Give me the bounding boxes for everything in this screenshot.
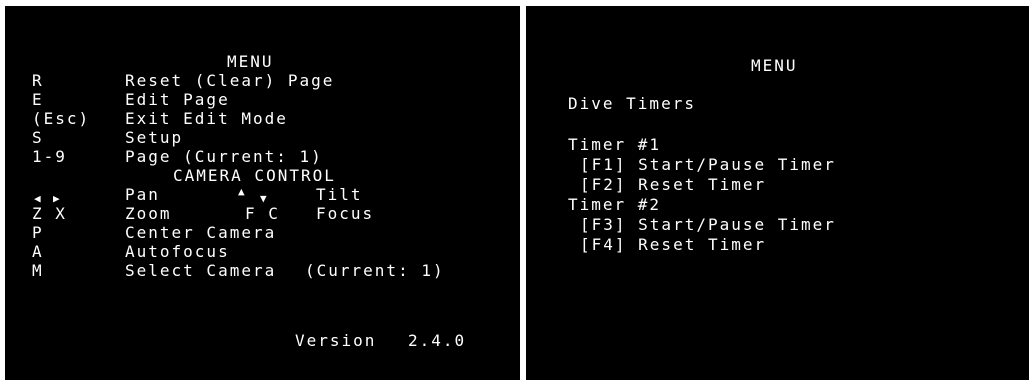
pan-label: Pan	[125, 185, 160, 204]
timer-2-reset: [F4] Reset Timer	[580, 235, 767, 254]
camera-control-heading: CAMERA CONTROL	[173, 166, 336, 185]
autofocus-key: A	[32, 242, 44, 261]
down-arrow-icon: ▼	[260, 192, 267, 205]
exit-edit-label: Exit Edit Mode	[125, 109, 288, 128]
camera-menu-screen: MENU R Reset (Clear) Page E Edit Page (E…	[5, 6, 520, 380]
page-select-key: 1-9	[32, 147, 67, 166]
focus-keys: F C	[245, 204, 280, 223]
timer-1-start-pause: [F1] Start/Pause Timer	[580, 155, 836, 174]
setup-label: Setup	[125, 128, 184, 147]
dive-timer-menu-screen: MENU Dive Timers Timer #1 [F1] Start/Pau…	[526, 6, 1029, 380]
select-camera-label: Select Camera	[125, 261, 277, 280]
edit-page-label: Edit Page	[125, 90, 230, 109]
version-value: 2.4.0	[408, 331, 467, 350]
reset-page-key: R	[32, 71, 44, 90]
menu-title: MENU	[227, 52, 274, 71]
edit-page-key: E	[32, 90, 44, 109]
tilt-label: Tilt	[316, 185, 363, 204]
timer-1-reset: [F2] Reset Timer	[580, 175, 767, 194]
center-camera-label: Center Camera	[125, 223, 277, 242]
center-camera-key: P	[32, 223, 44, 242]
autofocus-label: Autofocus	[125, 242, 230, 261]
select-camera-key: M	[32, 261, 44, 280]
exit-edit-key: (Esc)	[32, 109, 91, 128]
zoom-label: Zoom	[125, 204, 172, 223]
right-arrow-icon: ▶	[53, 192, 60, 205]
timer-2-start-pause: [F3] Start/Pause Timer	[580, 215, 836, 234]
timer-2-name: Timer #2	[568, 195, 662, 214]
left-arrow-icon: ◀	[34, 192, 41, 205]
menu-title: MENU	[751, 56, 798, 75]
up-arrow-icon: ▲	[238, 185, 245, 198]
focus-label: Focus	[316, 204, 375, 223]
version-label: Version	[295, 331, 377, 350]
dive-timers-heading: Dive Timers	[568, 94, 696, 113]
timer-1-name: Timer #1	[568, 135, 662, 154]
zoom-keys: Z X	[32, 204, 67, 223]
select-camera-current: (Current: 1)	[305, 261, 445, 280]
reset-page-label: Reset (Clear) Page	[125, 71, 335, 90]
setup-key: S	[32, 128, 44, 147]
page-select-label: Page (Current: 1)	[125, 147, 323, 166]
